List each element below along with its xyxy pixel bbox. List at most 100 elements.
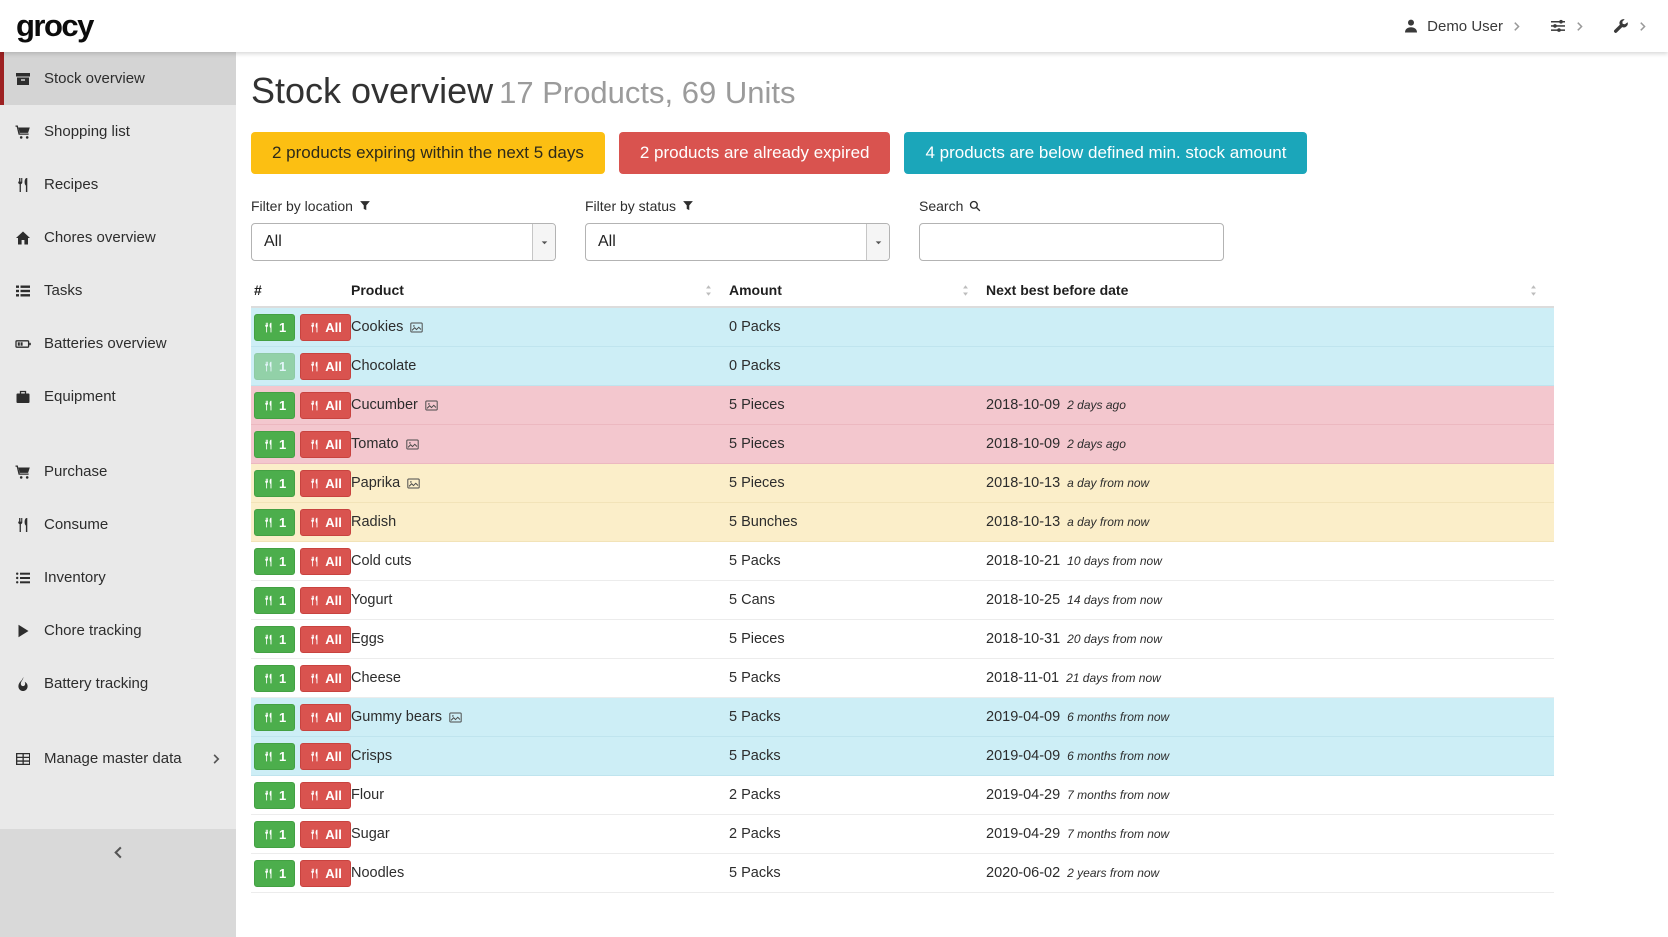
consume-one-button[interactable]: 1 xyxy=(254,821,295,848)
best-before-relative: 14 days from now xyxy=(1067,593,1162,607)
consume-all-button[interactable]: All xyxy=(300,626,351,653)
consume-one-button[interactable]: 1 xyxy=(254,353,295,380)
consume-one-button[interactable]: 1 xyxy=(254,431,295,458)
best-before-cell: 2020-06-022 years from now xyxy=(986,865,1554,881)
user-menu[interactable]: Demo User xyxy=(1403,18,1522,35)
sidebar-item-chores-overview[interactable]: Chores overview xyxy=(0,211,236,264)
best-before-cell: 2018-10-13a day from now xyxy=(986,514,1554,530)
consume-one-button[interactable]: 1 xyxy=(254,860,295,887)
product-name[interactable]: Eggs xyxy=(351,631,384,647)
sidebar-item-purchase[interactable]: Purchase xyxy=(0,445,236,498)
caret-down-icon xyxy=(532,224,555,260)
consume-one-button[interactable]: 1 xyxy=(254,470,295,497)
best-before-relative: 6 months from now xyxy=(1067,710,1169,724)
column-header-product[interactable]: Product xyxy=(351,282,729,298)
product-cell: Radish xyxy=(351,514,729,530)
banner-warning[interactable]: 2 products expiring within the next 5 da… xyxy=(251,132,605,174)
product-name[interactable]: Cucumber xyxy=(351,397,418,413)
sidebar-item-recipes[interactable]: Recipes xyxy=(0,158,236,211)
consume-one-button[interactable]: 1 xyxy=(254,704,295,731)
consume-one-button[interactable]: 1 xyxy=(254,548,295,575)
sidebar-item-manage-master-data[interactable]: Manage master data xyxy=(0,732,236,785)
column-header-index: # xyxy=(251,282,351,298)
consume-all-button[interactable]: All xyxy=(300,314,351,341)
amount-cell: 5 Packs xyxy=(729,670,986,686)
sidebar-collapse-button[interactable] xyxy=(0,829,236,937)
product-cell: Eggs xyxy=(351,631,729,647)
product-name[interactable]: Yogurt xyxy=(351,592,392,608)
amount-cell: 5 Pieces xyxy=(729,475,986,491)
consume-all-button[interactable]: All xyxy=(300,860,351,887)
sidebar-item-shopping-list[interactable]: Shopping list xyxy=(0,105,236,158)
best-before-date: 2018-10-25 xyxy=(986,592,1060,608)
product-name[interactable]: Tomato xyxy=(351,436,399,452)
consume-all-button[interactable]: All xyxy=(300,509,351,536)
column-header-best-before[interactable]: Next best before date xyxy=(986,282,1554,298)
consume-one-button[interactable]: 1 xyxy=(254,782,295,809)
utensils-icon xyxy=(263,361,274,372)
consume-all-button[interactable]: All xyxy=(300,821,351,848)
search-input[interactable] xyxy=(919,223,1224,261)
sidebar-item-label: Chores overview xyxy=(44,229,222,246)
utensils-icon xyxy=(14,177,32,193)
sidebar-item-equipment[interactable]: Equipment xyxy=(0,370,236,423)
sort-icon[interactable] xyxy=(1527,284,1540,297)
consume-one-button[interactable]: 1 xyxy=(254,314,295,341)
consume-all-button[interactable]: All xyxy=(300,704,351,731)
amount-cell: 5 Pieces xyxy=(729,397,986,413)
consume-all-button[interactable]: All xyxy=(300,470,351,497)
sort-icon[interactable] xyxy=(959,284,972,297)
product-name[interactable]: Cookies xyxy=(351,319,403,335)
product-name[interactable]: Chocolate xyxy=(351,358,416,374)
product-name[interactable]: Sugar xyxy=(351,826,390,842)
sidebar-item-battery-tracking[interactable]: Battery tracking xyxy=(0,657,236,710)
amount-cell: 0 Packs xyxy=(729,319,986,335)
location-filter-select[interactable]: All xyxy=(251,223,556,261)
admin-menu[interactable] xyxy=(1613,18,1648,34)
consume-one-button[interactable]: 1 xyxy=(254,509,295,536)
consume-all-button[interactable]: All xyxy=(300,548,351,575)
product-name[interactable]: Noodles xyxy=(351,865,404,881)
app-logo[interactable]: grocy xyxy=(16,8,93,44)
sidebar-item-chore-tracking[interactable]: Chore tracking xyxy=(0,604,236,657)
product-name[interactable]: Crisps xyxy=(351,748,392,764)
consume-one-button[interactable]: 1 xyxy=(254,743,295,770)
consume-all-button[interactable]: All xyxy=(300,587,351,614)
best-before-cell: 2018-11-0121 days from now xyxy=(986,670,1554,686)
consume-one-button[interactable]: 1 xyxy=(254,392,295,419)
sidebar-item-stock-overview[interactable]: Stock overview xyxy=(0,52,236,105)
consume-one-button[interactable]: 1 xyxy=(254,626,295,653)
product-name[interactable]: Cheese xyxy=(351,670,401,686)
row-actions: 1All xyxy=(251,431,351,458)
consume-all-button[interactable]: All xyxy=(300,743,351,770)
utensils-icon xyxy=(309,712,320,723)
consume-all-button[interactable]: All xyxy=(300,782,351,809)
sidebar-item-consume[interactable]: Consume xyxy=(0,498,236,551)
product-name[interactable]: Paprika xyxy=(351,475,400,491)
settings-menu[interactable] xyxy=(1550,18,1585,34)
banner-danger[interactable]: 2 products are already expired xyxy=(619,132,891,174)
status-filter-select[interactable]: All xyxy=(585,223,890,261)
utensils-icon xyxy=(263,478,274,489)
sidebar-item-batteries-overview[interactable]: Batteries overview xyxy=(0,317,236,370)
product-name[interactable]: Gummy bears xyxy=(351,709,442,725)
consume-one-button[interactable]: 1 xyxy=(254,665,295,692)
consume-all-button[interactable]: All xyxy=(300,392,351,419)
sort-icon[interactable] xyxy=(702,284,715,297)
consume-all-button[interactable]: All xyxy=(300,665,351,692)
consume-all-button[interactable]: All xyxy=(300,431,351,458)
utensils-icon xyxy=(14,517,32,533)
product-name[interactable]: Radish xyxy=(351,514,396,530)
banner-info[interactable]: 4 products are below defined min. stock … xyxy=(904,132,1307,174)
utensils-icon xyxy=(263,829,274,840)
product-name[interactable]: Cold cuts xyxy=(351,553,411,569)
consume-all-button[interactable]: All xyxy=(300,353,351,380)
sidebar-item-inventory[interactable]: Inventory xyxy=(0,551,236,604)
location-filter-value: All xyxy=(264,233,282,251)
sidebar-item-label: Manage master data xyxy=(44,750,198,767)
consume-one-button[interactable]: 1 xyxy=(254,587,295,614)
utensils-icon xyxy=(309,361,320,372)
sidebar-item-tasks[interactable]: Tasks xyxy=(0,264,236,317)
column-header-amount[interactable]: Amount xyxy=(729,282,986,298)
product-name[interactable]: Flour xyxy=(351,787,384,803)
